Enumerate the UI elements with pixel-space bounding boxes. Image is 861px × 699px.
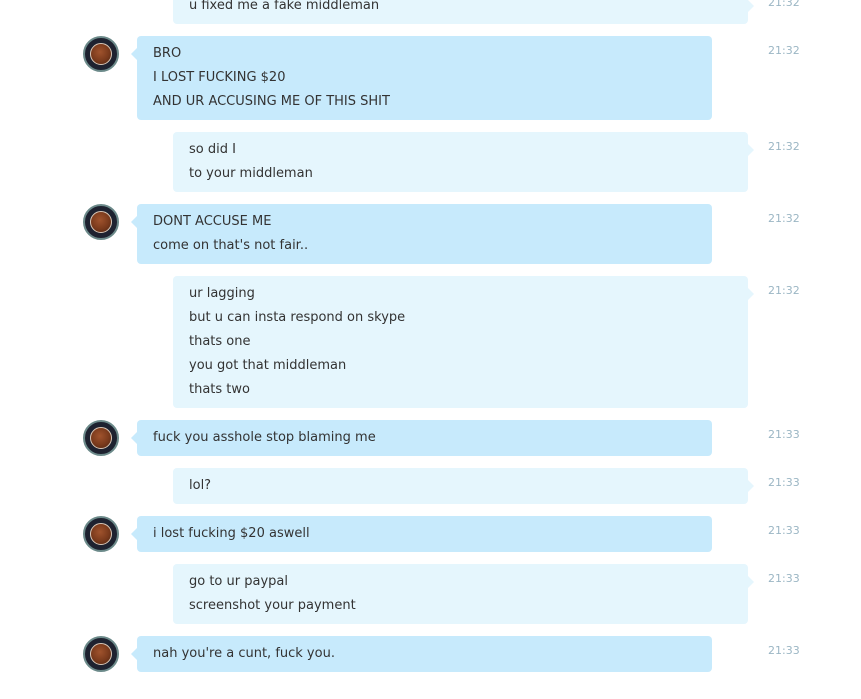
message-text: you got that middleman (189, 358, 347, 373)
message-text: thats two (189, 382, 250, 397)
incoming-message: fuck you asshole stop blaming me 21:33 (0, 420, 861, 456)
message-timestamp: 21:33 (768, 572, 800, 585)
coffee-cup-icon (90, 43, 112, 65)
coffee-cup-icon (90, 523, 112, 545)
message-timestamp: 21:33 (768, 476, 800, 489)
message-timestamp: 21:33 (768, 524, 800, 537)
chat-history[interactable]: u fixed me a fake middleman 21:32 BRO I LOS… (0, 0, 861, 699)
message-bubble[interactable]: BRO I LOST FUCKING $20 AND UR ACCUSING ME … (131, 36, 712, 120)
coffee-cup-icon (90, 211, 112, 233)
message-timestamp: 21:33 (768, 428, 800, 441)
message-text: i lost fucking $20 aswell (153, 526, 310, 541)
message-bubble[interactable]: ur lagging but u can insta respond on sky… (173, 276, 754, 408)
message-text: thats one (189, 334, 251, 349)
incoming-message: nah you're a cunt, fuck you. 21:33 (0, 636, 861, 672)
incoming-message: BRO I LOST FUCKING $20 AND UR ACCUSING ME … (0, 36, 861, 120)
message-timestamp: 21:32 (768, 44, 800, 57)
contact-avatar[interactable] (83, 36, 119, 72)
message-text: DONT ACCUSE ME (153, 214, 272, 229)
contact-avatar[interactable] (83, 516, 119, 552)
incoming-message: DONT ACCUSE ME come on that's not fair.. 2… (0, 204, 861, 264)
message-timestamp: 21:32 (768, 212, 800, 225)
message-timestamp: 21:32 (768, 0, 800, 9)
message-bubble[interactable]: u fixed me a fake middleman (173, 0, 754, 24)
message-text: I LOST FUCKING $20 (153, 70, 286, 85)
message-text: so did I (189, 142, 236, 157)
message-text: nah you're a cunt, fuck you. (153, 646, 335, 661)
message-timestamp: 21:32 (768, 284, 800, 297)
contact-avatar[interactable] (83, 420, 119, 456)
coffee-cup-icon (90, 427, 112, 449)
message-text: fuck you asshole stop blaming me (153, 430, 376, 445)
message-timestamp: 21:33 (768, 644, 800, 657)
message-bubble[interactable]: nah you're a cunt, fuck you. (131, 636, 712, 672)
message-text: come on that's not fair.. (153, 238, 309, 253)
message-bubble[interactable]: i lost fucking $20 aswell (131, 516, 712, 552)
contact-avatar[interactable] (83, 204, 119, 240)
incoming-message: i lost fucking $20 aswell 21:33 (0, 516, 861, 552)
coffee-cup-icon (90, 643, 112, 665)
message-text: u fixed me a fake middleman (189, 0, 380, 13)
message-text: lol? (189, 478, 212, 493)
message-text: BRO (153, 46, 182, 61)
message-bubble[interactable]: DONT ACCUSE ME come on that's not fair.. (131, 204, 712, 264)
message-bubble[interactable]: go to ur paypal screenshot your payment (173, 564, 754, 624)
outgoing-message: so did I to your middleman 21:32 (0, 132, 861, 192)
message-text: but u can insta respond on skype (189, 310, 406, 325)
message-bubble[interactable]: lol? (173, 468, 754, 504)
message-text: ur lagging (189, 286, 255, 301)
message-bubble[interactable]: so did I to your middleman (173, 132, 754, 192)
message-text: screenshot your payment (189, 598, 356, 613)
outgoing-message: go to ur paypal screenshot your payment 21… (0, 564, 861, 624)
outgoing-message: lol? 21:33 (0, 468, 861, 504)
outgoing-message: ur lagging but u can insta respond on sky… (0, 276, 861, 408)
outgoing-message: u fixed me a fake middleman 21:32 (0, 0, 861, 24)
message-text: AND UR ACCUSING ME OF THIS SHIT (153, 94, 390, 109)
contact-avatar[interactable] (83, 636, 119, 672)
message-text: to your middleman (189, 166, 313, 181)
message-bubble[interactable]: fuck you asshole stop blaming me (131, 420, 712, 456)
message-text: go to ur paypal (189, 574, 288, 589)
message-timestamp: 21:32 (768, 140, 800, 153)
